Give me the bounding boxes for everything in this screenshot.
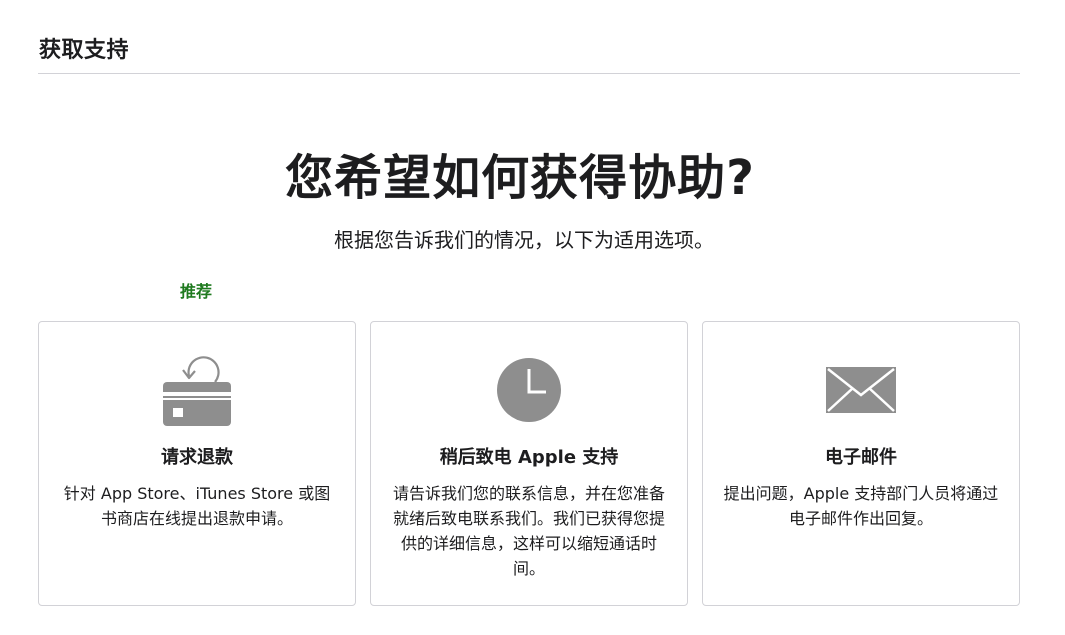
email-option-card[interactable]: 电子邮件 提出问题，Apple 支持部门人员将通过电子邮件作出回复。 bbox=[702, 321, 1020, 606]
clock-icon bbox=[497, 358, 561, 422]
email-card-description: 提出问题，Apple 支持部门人员将通过电子邮件作出回复。 bbox=[723, 484, 999, 528]
callback-card-description: 请告诉我们您的联系信息，并在您准备就绪后致电联系我们。我们已获得您提供的详细信息… bbox=[392, 484, 665, 578]
refund-card-title: 请求退款 bbox=[161, 447, 233, 468]
refund-option-card[interactable]: 请求退款 针对 App Store、iTunes Store 或图书商店在线提出… bbox=[38, 321, 356, 606]
callback-card-title: 稍后致电 Apple 支持 bbox=[439, 447, 619, 468]
recommended-badge: 推荐 bbox=[180, 282, 213, 301]
callback-option-card[interactable]: 稍后致电 Apple 支持 请告诉我们您的联系信息，并在您准备就绪后致电联系我们… bbox=[370, 321, 688, 606]
envelope-icon bbox=[826, 367, 896, 413]
page-header: 获取支持 bbox=[38, 0, 1020, 74]
refund-card-description: 针对 App Store、iTunes Store 或图书商店在线提出退款申请。 bbox=[63, 484, 331, 528]
email-card-title: 电子邮件 bbox=[825, 447, 897, 468]
credit-card-refund-icon bbox=[163, 356, 231, 426]
page-header-title: 获取支持 bbox=[39, 38, 130, 63]
hero-subtitle: 根据您告诉我们的情况，以下为适用选项。 bbox=[334, 228, 714, 252]
hero-title: 您希望如何获得协助? bbox=[285, 150, 755, 206]
